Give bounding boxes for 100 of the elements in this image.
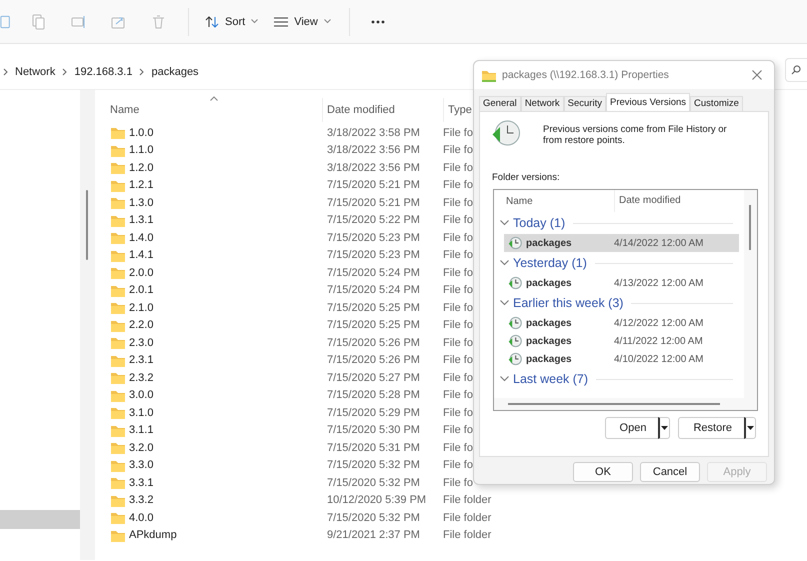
- group-header[interactable]: Earlier this week (3): [500, 296, 624, 310]
- scrollbar[interactable]: [494, 398, 745, 410]
- file-name[interactable]: 2.3.1: [129, 354, 154, 366]
- scrollbar-thumb[interactable]: [86, 190, 88, 260]
- date-cell-text: 7/15/2020 5:32 PM: [327, 459, 421, 472]
- dialog-button[interactable]: OK: [573, 462, 633, 482]
- dropdown-button[interactable]: [658, 417, 670, 439]
- caret-icon: [747, 426, 754, 430]
- file-name[interactable]: 3.2.0: [129, 442, 154, 454]
- column-header[interactable]: Date modified: [322, 98, 443, 122]
- type-cell-text: File fo: [443, 162, 474, 174]
- file-name[interactable]: 2.1.0: [129, 302, 154, 314]
- chevron-icon: [3, 68, 8, 76]
- file-name[interactable]: 3.1.0: [129, 406, 154, 419]
- date-cell-text: 7/15/2020 5:24 PM: [327, 284, 421, 296]
- type-cell-text: File fo: [443, 476, 474, 489]
- version-row[interactable]: packages 4/10/2022 12:00 AM: [504, 350, 739, 368]
- split-button[interactable]: Open: [604, 417, 658, 439]
- breadcrumb-item[interactable]: 192.168.3.1: [74, 66, 132, 78]
- column-header[interactable]: Name: [494, 196, 614, 206]
- date-cell-text: 10/12/2020 5:39 PM: [327, 494, 428, 506]
- file-name[interactable]: 1.4.0: [129, 232, 154, 244]
- delete-icon: [150, 14, 166, 30]
- file-name[interactable]: 2.2.0: [129, 319, 154, 332]
- breadcrumb-item[interactable]: Network: [15, 66, 56, 78]
- type-cell-text: File fo: [443, 179, 474, 192]
- split-button[interactable]: Restore: [678, 417, 744, 439]
- more-icon: [370, 20, 385, 24]
- type-cell-text: File fo: [443, 354, 474, 366]
- scrollbar[interactable]: [80, 90, 95, 560]
- window-title: packages (\\192.168.3.1) Properties: [502, 69, 670, 81]
- tab[interactable]: General: [479, 96, 521, 111]
- tab[interactable]: Network: [520, 96, 564, 111]
- file-name[interactable]: 1.4.1: [129, 249, 154, 262]
- file-name[interactable]: 1.1.0: [129, 144, 154, 156]
- file-name[interactable]: 4.0.0: [129, 512, 154, 524]
- file-name[interactable]: 2.3.2: [129, 372, 154, 384]
- group-header[interactable]: Yesterday (1): [500, 256, 587, 270]
- type-cell-text: File fo: [443, 266, 474, 279]
- file-name[interactable]: 2.3.0: [129, 336, 154, 349]
- tab[interactable]: Customize: [690, 96, 743, 111]
- breadcrumb-item[interactable]: packages: [151, 66, 199, 78]
- type-cell-text: File fo: [443, 424, 474, 436]
- file-name[interactable]: 1.2.1: [129, 179, 154, 192]
- chevron-icon: [139, 68, 144, 76]
- file-name[interactable]: 3.0.0: [129, 389, 154, 402]
- description-text: Previous versions come from File History or from restore points.: [543, 123, 728, 148]
- caret-icon: [661, 426, 668, 430]
- file-name[interactable]: 1.3.1: [129, 214, 154, 226]
- folder-icon: [110, 510, 126, 526]
- type-cell-text: File fo: [443, 389, 474, 402]
- date-cell-text: 7/15/2020 5:26 PM: [327, 336, 421, 349]
- type-cell-text: File folder: [443, 529, 492, 542]
- search-field[interactable]: [785, 58, 807, 82]
- group-header[interactable]: Last week (7): [500, 372, 588, 386]
- date-cell-text: 7/15/2020 5:32 PM: [327, 476, 421, 489]
- version-row[interactable]: packages 4/14/2022 12:00 AM: [504, 234, 739, 252]
- type-cell-text: File fo: [443, 126, 474, 139]
- folder-icon: [482, 68, 496, 82]
- sort-caret-icon: [210, 96, 218, 101]
- chevron-icon: [500, 376, 509, 382]
- dialog-button[interactable]: Cancel: [640, 462, 700, 482]
- scrollbar[interactable]: [744, 190, 757, 410]
- dropdown-button[interactable]: [744, 417, 756, 439]
- file-name[interactable]: 3.3.1: [129, 476, 154, 489]
- folder-icon: [110, 195, 126, 210]
- tab[interactable]: Previous Versions: [606, 93, 690, 111]
- file-name[interactable]: 1.0.0: [129, 126, 154, 139]
- file-name[interactable]: APkdump: [129, 529, 177, 542]
- type-cell-text: File fo: [443, 319, 474, 332]
- date-cell-text: 7/15/2020 5:26 PM: [327, 354, 421, 366]
- version-row[interactable]: packages 4/13/2022 12:00 AM: [504, 274, 739, 292]
- file-name[interactable]: 2.0.0: [129, 266, 154, 279]
- date-cell-text: 7/15/2020 5:25 PM: [327, 319, 421, 332]
- file-name[interactable]: 3.3.0: [129, 459, 154, 472]
- type-cell-text: File fo: [443, 372, 474, 384]
- clock-icon: [508, 352, 522, 366]
- file-name[interactable]: 1.2.0: [129, 162, 154, 174]
- version-row[interactable]: packages 4/12/2022 12:00 AM: [504, 314, 739, 332]
- folder-icon: [110, 335, 126, 350]
- chevron-icon: [500, 300, 509, 306]
- scrollbar-thumb[interactable]: [749, 205, 751, 250]
- date-cell-text: 9/21/2021 2:37 PM: [327, 529, 421, 542]
- caret-icon: [251, 19, 258, 24]
- type-cell-text: File fo: [443, 284, 474, 296]
- group-header[interactable]: Today (1): [500, 216, 566, 230]
- column-header[interactable]: Date modified: [614, 190, 734, 212]
- address-bar[interactable]: Network 192.168.3.1 packages: [0, 58, 199, 84]
- sort-button[interactable]: Sort: [197, 6, 266, 36]
- tab[interactable]: Security: [564, 96, 606, 111]
- file-name[interactable]: 1.3.0: [129, 196, 154, 209]
- file-name[interactable]: 3.1.1: [129, 424, 154, 436]
- file-name[interactable]: 2.0.1: [129, 284, 154, 296]
- version-row[interactable]: packages 4/11/2022 12:00 AM: [504, 332, 739, 350]
- scrollbar-thumb[interactable]: [508, 403, 720, 405]
- close-icon: [752, 70, 762, 80]
- file-name[interactable]: 3.3.2: [129, 494, 154, 506]
- search-icon: [791, 64, 801, 74]
- nav-item-highlight[interactable]: [0, 510, 80, 529]
- view-button[interactable]: View: [266, 6, 339, 36]
